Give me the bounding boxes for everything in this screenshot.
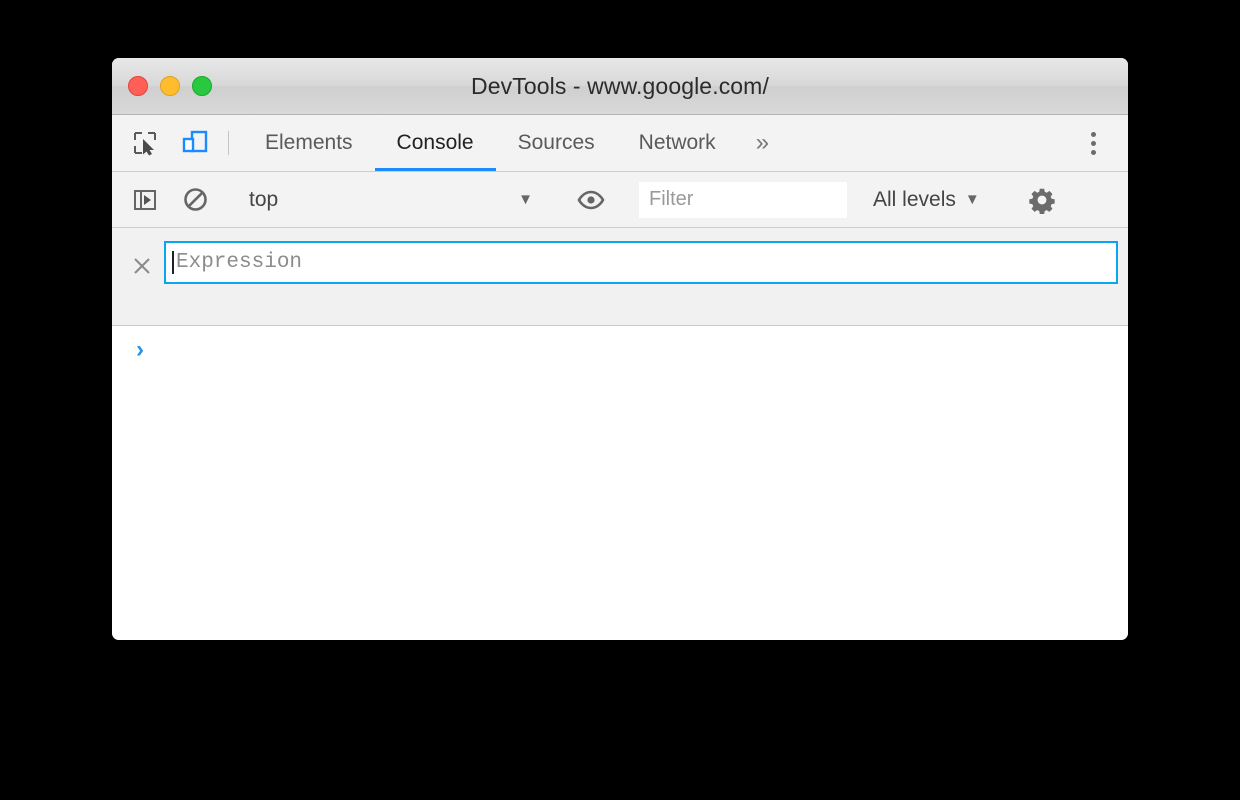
- live-expression-placeholder: Expression: [176, 251, 303, 274]
- traffic-light-group: [128, 58, 212, 114]
- execution-context-dropdown[interactable]: top ▼: [243, 188, 543, 212]
- console-toolbar: top ▼ All levels ▼: [112, 172, 1128, 228]
- console-sidebar-toggle-icon[interactable]: [126, 181, 164, 219]
- window-title: DevTools - www.google.com/: [471, 72, 769, 99]
- tab-console[interactable]: Console: [374, 115, 496, 171]
- devtools-window: DevTools - www.google.com/ Elements Cons…: [112, 58, 1128, 640]
- close-icon[interactable]: [126, 250, 158, 282]
- window-title-bar: DevTools - www.google.com/: [112, 58, 1128, 115]
- close-window-button[interactable]: [128, 76, 148, 96]
- text-caret: [172, 251, 174, 274]
- panel-tabs: Elements Console Sources Network »: [243, 115, 787, 171]
- tab-bar-icon-group: [112, 115, 214, 171]
- chevron-down-icon: ▼: [964, 191, 980, 208]
- console-prompt-row[interactable]: ›: [112, 338, 1128, 362]
- filter-input[interactable]: [639, 181, 847, 218]
- execution-context-value: top: [249, 187, 279, 211]
- chevron-down-icon: ▼: [518, 191, 533, 208]
- tab-bar-divider: [228, 131, 229, 155]
- tab-overflow-button[interactable]: »: [738, 115, 787, 171]
- tab-network[interactable]: Network: [617, 115, 738, 171]
- eye-icon[interactable]: [572, 181, 610, 219]
- devtools-tab-bar: Elements Console Sources Network »: [112, 115, 1128, 172]
- live-expression-panel: Expression: [112, 228, 1128, 326]
- log-level-value: All levels: [873, 187, 956, 211]
- tab-sources[interactable]: Sources: [496, 115, 617, 171]
- prompt-chevron-icon: ›: [136, 336, 144, 363]
- kebab-menu-icon[interactable]: [1072, 122, 1114, 164]
- inspect-element-icon[interactable]: [126, 124, 164, 162]
- minimize-window-button[interactable]: [160, 76, 180, 96]
- console-output-area[interactable]: ›: [112, 326, 1128, 640]
- tab-elements[interactable]: Elements: [243, 115, 375, 171]
- device-toolbar-icon[interactable]: [176, 124, 214, 162]
- tab-bar-right-group: [1043, 115, 1128, 171]
- zoom-window-button[interactable]: [192, 76, 212, 96]
- live-expression-input[interactable]: Expression: [164, 241, 1118, 284]
- log-level-dropdown[interactable]: All levels ▼: [861, 188, 992, 212]
- gear-icon[interactable]: [1023, 181, 1061, 219]
- clear-console-icon[interactable]: [176, 181, 214, 219]
